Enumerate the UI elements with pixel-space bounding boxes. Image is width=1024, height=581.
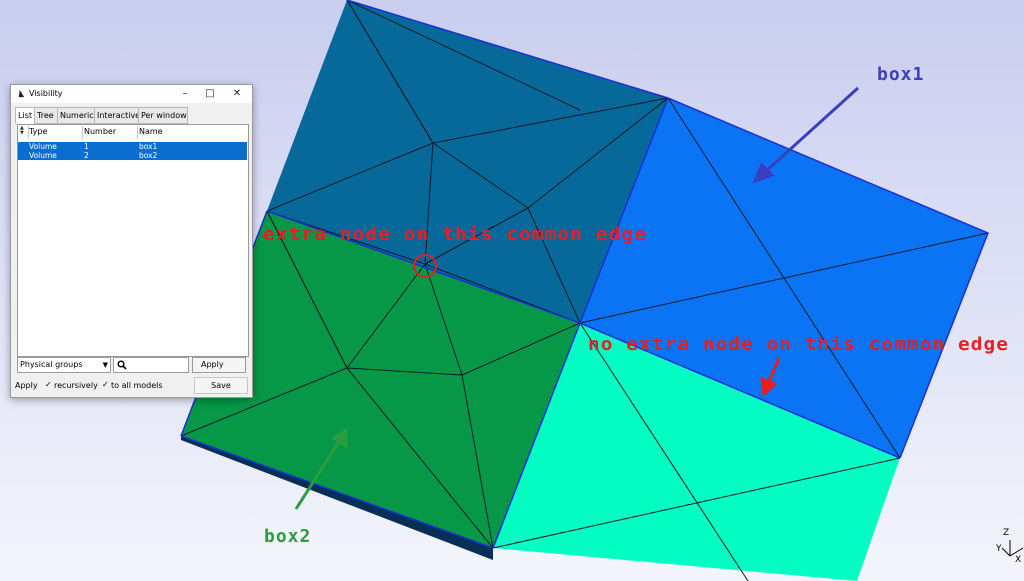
column-separator bbox=[137, 126, 138, 139]
axis-z-label: Z bbox=[1003, 528, 1009, 538]
row-type: Volume bbox=[29, 142, 57, 151]
tab-tree[interactable]: Tree bbox=[34, 107, 58, 124]
recursively-checkbox[interactable]: ✓ bbox=[45, 381, 53, 389]
row-number: 2 bbox=[84, 151, 89, 160]
search-input[interactable] bbox=[113, 357, 189, 373]
chevron-down-icon: ▼ bbox=[102, 361, 108, 369]
minimize-icon[interactable]: – bbox=[174, 87, 196, 101]
list-row[interactable]: Volume 2 box2 bbox=[18, 151, 247, 160]
row-name: box1 bbox=[139, 142, 158, 151]
column-header-name[interactable]: Name bbox=[139, 127, 163, 136]
window-title: Visibility bbox=[29, 89, 63, 98]
tab-interactive[interactable]: Interactive bbox=[94, 107, 140, 124]
save-button[interactable]: Save bbox=[194, 377, 248, 394]
tab-per-window[interactable]: Per window bbox=[138, 107, 188, 124]
box2-label: box2 bbox=[264, 526, 311, 547]
box1-label: box1 bbox=[877, 64, 924, 85]
column-header-type[interactable]: Type bbox=[29, 127, 47, 136]
window-titlebar[interactable]: Visibility – □ ✕ bbox=[11, 85, 252, 103]
apply-button-label: Apply bbox=[201, 360, 224, 369]
tab-numeric[interactable]: Numeric bbox=[57, 107, 95, 124]
tab-list[interactable]: List bbox=[15, 107, 35, 124]
row-number: 1 bbox=[84, 142, 89, 151]
axis-x-label: X bbox=[1015, 555, 1021, 565]
entity-list[interactable]: ▲ ▼ Type Number Name Volume 1 box1 Volume… bbox=[17, 124, 249, 357]
recursively-label: recursively bbox=[54, 381, 98, 390]
apply-button[interactable]: Apply bbox=[192, 357, 246, 373]
close-icon[interactable]: ✕ bbox=[226, 87, 248, 101]
axis-y-label: Y bbox=[995, 544, 1002, 554]
filter-select-value: Physical groups bbox=[20, 360, 83, 369]
all-models-label: to all models bbox=[111, 381, 163, 390]
gmsh-logo-icon bbox=[18, 89, 25, 98]
visibility-window: Visibility – □ ✕ List Tree Numeric Inter… bbox=[10, 84, 253, 398]
extra-node-label: extra node on this common edge bbox=[263, 224, 647, 245]
column-header-number[interactable]: Number bbox=[84, 127, 116, 136]
no-extra-node-label: no extra node on this common edge bbox=[588, 334, 1009, 355]
sort-arrows-icon[interactable]: ▲ ▼ bbox=[20, 126, 28, 136]
apply-label: Apply bbox=[15, 381, 38, 390]
maximize-icon[interactable]: □ bbox=[199, 87, 221, 101]
row-type: Volume bbox=[29, 151, 57, 160]
search-icon bbox=[117, 360, 127, 370]
filter-select[interactable]: Physical groups ▼ bbox=[17, 357, 111, 373]
row-name: box2 bbox=[139, 151, 158, 160]
column-separator bbox=[82, 126, 83, 139]
all-models-checkbox[interactable]: ✓ bbox=[102, 381, 110, 389]
list-row[interactable]: Volume 1 box1 bbox=[18, 142, 247, 151]
